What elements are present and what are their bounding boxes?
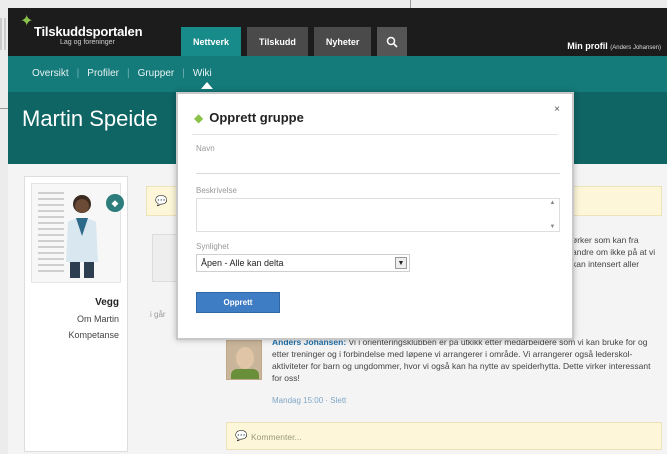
profile-photo: ◆ [31, 183, 124, 283]
search-icon [387, 36, 398, 48]
logo-title: Tilskuddsportalen [34, 24, 143, 39]
tab-nettverk[interactable]: Nettverk [181, 27, 242, 56]
frame-line [410, 0, 411, 8]
name-input[interactable] [196, 154, 560, 174]
comment-meta[interactable]: Mandag 15:00 · Slett [272, 396, 346, 405]
post-text: ørker som kan fra andre om ikke på at vi… [572, 235, 656, 269]
top-header: ✦ Tilskuddsportalen Lag og foreninger Ne… [8, 8, 667, 56]
logo-subtitle: Lag og foreninger [60, 39, 115, 46]
scroll-down-icon[interactable]: ▼ [548, 224, 557, 230]
textarea-scrollbar[interactable]: ▲ ▼ [548, 200, 557, 230]
name-label: Navn [196, 144, 215, 153]
avatar-face [236, 347, 254, 369]
create-group-dialog: ◆ Opprett gruppe × Navn Beskrivelse ▲ ▼ … [176, 92, 574, 340]
sidebar-item-vegg[interactable]: Vegg [68, 295, 119, 311]
page-title: Martin Speide [22, 106, 158, 131]
star-icon: ✦ [20, 13, 34, 30]
sub-nav: Oversikt | Profiler | Grupper | Wiki [8, 56, 667, 92]
close-icon[interactable]: × [554, 104, 560, 115]
scout-avatar [66, 195, 98, 278]
subnav-item-profiler[interactable]: Profiler [79, 68, 127, 79]
avatar-shirt [231, 369, 259, 379]
photo-decoration [38, 192, 64, 272]
speech-bubble-icon: 💬 [235, 431, 248, 442]
sidebar-item-om-martin[interactable]: Om Martin [68, 311, 119, 327]
comment-placeholder: Kommenter... [251, 432, 302, 442]
scroll-up-icon[interactable]: ▲ [548, 200, 557, 206]
dialog-title: Opprett gruppe [209, 110, 304, 125]
visibility-select[interactable]: Åpen - Alle kan delta ▼ [196, 254, 410, 272]
comment-text: Anders Johansen: Vi i orienteringsklubbe… [272, 336, 662, 384]
divider [192, 134, 558, 135]
visibility-value: Åpen - Alle kan delta [201, 258, 284, 268]
description-label: Beskrivelse [196, 186, 237, 195]
profile-sidebar: ◆ Vegg Om Martin Kompetanse [24, 176, 128, 452]
main-nav: Nettverk Tilskudd Nyheter [181, 27, 408, 56]
dropdown-pointer [201, 82, 213, 89]
description-textarea[interactable] [196, 198, 560, 232]
avatar [226, 340, 262, 380]
visibility-label: Synlighet [196, 242, 229, 251]
sidebar-item-kompetanse[interactable]: Kompetanse [68, 327, 119, 343]
post-timestamp: i går [150, 310, 166, 319]
subnav-item-oversikt[interactable]: Oversikt [24, 68, 77, 79]
tab-nyheter[interactable]: Nyheter [313, 27, 372, 56]
subnav-item-wiki[interactable]: Wiki [185, 68, 220, 79]
speech-bubble-icon: 💬 [155, 196, 168, 207]
create-button[interactable]: Opprett [196, 292, 280, 313]
profile-label: Min profil [567, 41, 608, 51]
sidebar-menu: Vegg Om Martin Kompetanse [68, 295, 119, 343]
comment: Anders Johansen: Vi i orienteringsklubbe… [226, 334, 662, 414]
profile-user: (Anders Johansen) [610, 45, 661, 51]
search-button[interactable] [377, 27, 408, 56]
comment-input[interactable]: 💬 Kommenter... [226, 422, 662, 450]
frame-line [0, 108, 8, 109]
badge-icon: ◆ [106, 194, 124, 212]
page-frame: ✦ Tilskuddsportalen Lag og foreninger Ne… [0, 0, 667, 454]
leaf-icon: ◆ [194, 110, 204, 125]
my-profile-link[interactable]: Min profil (Anders Johansen) [567, 41, 661, 51]
tab-tilskudd[interactable]: Tilskudd [247, 27, 308, 56]
chevron-down-icon: ▼ [395, 257, 407, 269]
subnav-item-grupper[interactable]: Grupper [130, 68, 183, 79]
